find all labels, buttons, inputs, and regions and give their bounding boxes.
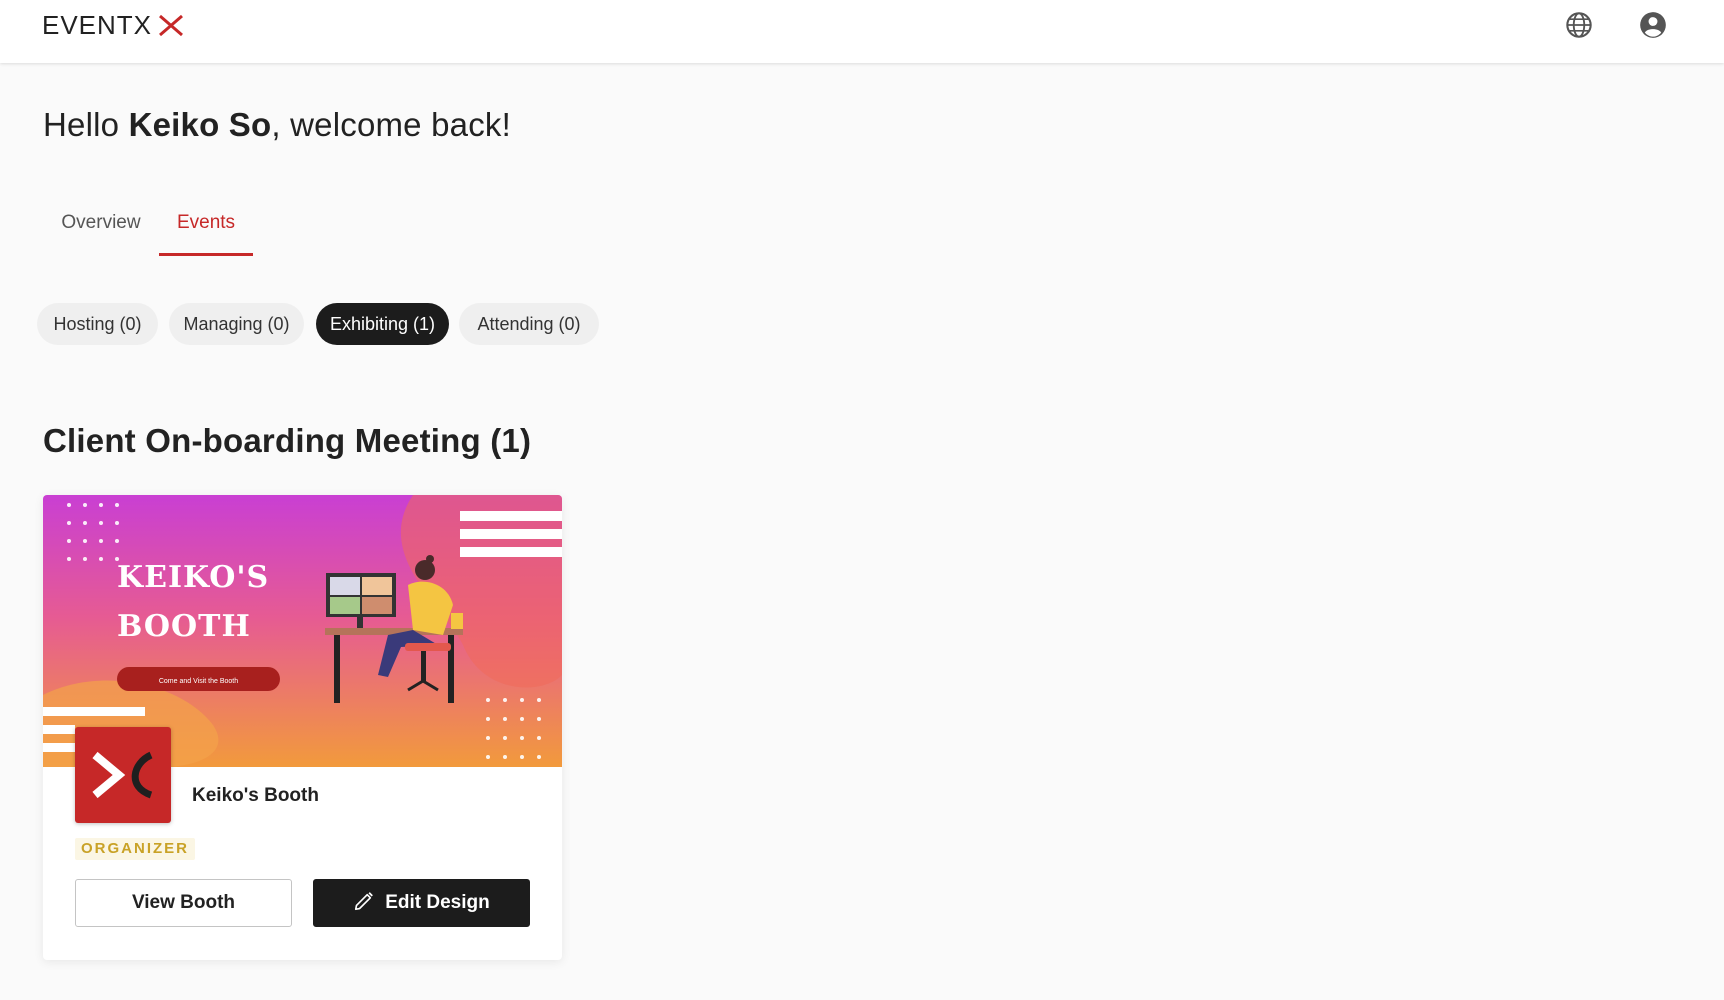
banner-pill-text: Come and Visit the Booth [159, 678, 238, 685]
greeting-suffix: , welcome back! [271, 106, 511, 143]
user-name: Keiko So [128, 106, 272, 143]
eventx-logo[interactable]: EVENTX [42, 13, 192, 37]
event-section-title: Client On-boarding Meeting (1) [43, 422, 532, 459]
filter-hosting[interactable]: Hosting (0) [37, 303, 158, 345]
filter-exhibiting[interactable]: Exhibiting (1) [316, 303, 449, 345]
globe-icon[interactable] [1565, 11, 1593, 39]
pencil-icon [355, 892, 374, 911]
tab-events[interactable]: Events [159, 200, 253, 256]
filter-attending[interactable]: Attending (0) [459, 303, 599, 345]
welcome-greeting: Hello Keiko So, welcome back! [43, 106, 511, 144]
logo-text: EVENTX [42, 13, 152, 37]
tab-overview[interactable]: Overview [43, 200, 159, 256]
banner-title-line2: BOOTH [117, 609, 251, 644]
greeting-prefix: Hello [43, 106, 129, 143]
booth-name: Keiko's Booth [192, 785, 319, 806]
account-circle-icon[interactable] [1639, 11, 1667, 39]
edit-design-button[interactable]: Edit Design [313, 879, 530, 927]
role-badge: ORGANIZER [75, 838, 195, 860]
filter-managing[interactable]: Managing (0) [169, 303, 304, 345]
eventx-x-logo-icon [92, 751, 153, 799]
banner-title-line1: KEIKO'S [117, 560, 269, 595]
booth-logo [75, 727, 171, 823]
edit-design-label: Edit Design [385, 892, 490, 913]
booth-card: KEIKO'S BOOTH Come and Visit the Booth K… [43, 495, 562, 960]
view-booth-button[interactable]: View Booth [75, 879, 292, 927]
top-navigation-bar: EVENTX [0, 0, 1724, 63]
